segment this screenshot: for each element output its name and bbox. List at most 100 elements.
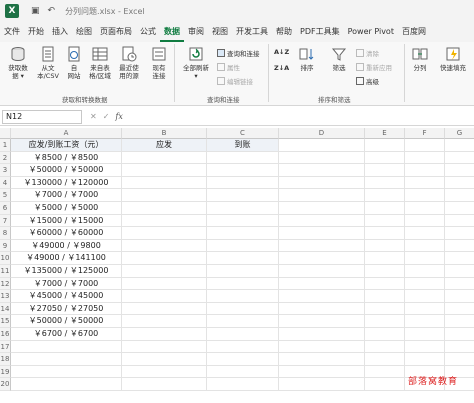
row-header[interactable]: 10 bbox=[0, 252, 11, 265]
row-header[interactable]: 20 bbox=[0, 378, 11, 391]
column-header[interactable]: C bbox=[207, 128, 279, 139]
cell[interactable] bbox=[445, 227, 474, 240]
cell[interactable] bbox=[207, 365, 279, 379]
cell[interactable] bbox=[122, 214, 207, 228]
cell[interactable] bbox=[122, 189, 207, 202]
cell[interactable] bbox=[445, 189, 474, 202]
cell[interactable] bbox=[365, 302, 405, 316]
cell[interactable] bbox=[365, 328, 405, 341]
cell[interactable] bbox=[207, 252, 279, 265]
row-header[interactable]: 4 bbox=[0, 176, 11, 190]
cell[interactable] bbox=[207, 328, 279, 341]
cell[interactable] bbox=[279, 290, 365, 303]
cell[interactable] bbox=[445, 240, 474, 253]
undo-icon[interactable]: ↶ bbox=[48, 6, 56, 16]
cell[interactable] bbox=[122, 378, 207, 391]
cell[interactable] bbox=[365, 340, 405, 354]
cell[interactable] bbox=[279, 277, 365, 291]
cell[interactable] bbox=[122, 176, 207, 190]
row-header[interactable]: 1 bbox=[0, 139, 11, 152]
tab-draw[interactable]: 绘图 bbox=[72, 22, 96, 42]
cell[interactable] bbox=[405, 353, 445, 366]
cell[interactable] bbox=[279, 176, 365, 190]
cell[interactable] bbox=[445, 152, 474, 165]
cell[interactable] bbox=[405, 227, 445, 240]
cell[interactable] bbox=[279, 151, 365, 165]
salary-cell[interactable]: ￥49000 / ￥141100 bbox=[11, 252, 122, 265]
cell[interactable] bbox=[279, 328, 365, 341]
cell[interactable] bbox=[11, 365, 122, 379]
cell[interactable] bbox=[445, 265, 474, 278]
cell[interactable] bbox=[445, 315, 474, 328]
cell[interactable] bbox=[122, 227, 207, 240]
text-to-columns-button[interactable]: 分列 bbox=[409, 46, 431, 72]
salary-cell[interactable]: ￥50000 / ￥50000 bbox=[11, 164, 122, 177]
sort-descending-button[interactable]: Z↓A bbox=[274, 64, 289, 72]
cell[interactable] bbox=[445, 290, 474, 303]
cell[interactable] bbox=[279, 340, 365, 354]
row-header[interactable]: 5 bbox=[0, 189, 11, 202]
salary-cell[interactable]: ￥50000 / ￥50000 bbox=[11, 315, 122, 328]
cell[interactable] bbox=[445, 353, 474, 366]
sort-button[interactable]: 排序 bbox=[296, 46, 318, 72]
cell[interactable] bbox=[365, 277, 405, 291]
cell[interactable] bbox=[365, 315, 405, 328]
save-icon[interactable]: ▣ bbox=[31, 6, 40, 16]
cell[interactable] bbox=[11, 378, 122, 391]
cell[interactable] bbox=[207, 290, 279, 303]
insert-function-icon[interactable]: fx bbox=[115, 112, 122, 121]
tab-developer[interactable]: 开发工具 bbox=[232, 22, 272, 42]
tab-home[interactable]: 开始 bbox=[24, 22, 48, 42]
row-header[interactable]: 16 bbox=[0, 328, 11, 341]
row-header[interactable]: 18 bbox=[0, 353, 11, 366]
tab-formulas[interactable]: 公式 bbox=[136, 22, 160, 42]
row-header[interactable]: 15 bbox=[0, 315, 11, 328]
cell[interactable] bbox=[207, 151, 279, 165]
cell[interactable] bbox=[122, 365, 207, 379]
cell[interactable] bbox=[365, 227, 405, 240]
cell[interactable] bbox=[365, 189, 405, 202]
cell[interactable] bbox=[207, 214, 279, 228]
row-header[interactable]: 12 bbox=[0, 277, 11, 291]
cell[interactable] bbox=[122, 277, 207, 291]
row-header[interactable]: 3 bbox=[0, 164, 11, 177]
cell[interactable] bbox=[11, 353, 122, 366]
cell[interactable] bbox=[122, 302, 207, 316]
cell[interactable] bbox=[279, 265, 365, 278]
column-header[interactable]: A bbox=[11, 128, 122, 139]
tab-review[interactable]: 审阅 bbox=[184, 22, 208, 42]
header-cell[interactable]: 应发 bbox=[122, 139, 207, 152]
cell[interactable] bbox=[445, 328, 474, 341]
cell[interactable] bbox=[445, 139, 474, 152]
cell[interactable] bbox=[405, 164, 445, 177]
tab-page-layout[interactable]: 页面布局 bbox=[96, 22, 136, 42]
salary-cell[interactable]: ￥5000 / ￥5000 bbox=[11, 202, 122, 215]
existing-connections-button[interactable]: 现有 连接 bbox=[148, 46, 170, 80]
name-box[interactable]: N12 bbox=[2, 109, 82, 124]
salary-cell[interactable]: ￥60000 / ￥60000 bbox=[11, 227, 122, 240]
cell[interactable] bbox=[405, 265, 445, 278]
cell[interactable] bbox=[445, 303, 474, 316]
row-header[interactable]: 11 bbox=[0, 265, 11, 278]
cell[interactable] bbox=[445, 202, 474, 215]
cell[interactable] bbox=[445, 341, 474, 354]
cell[interactable] bbox=[207, 164, 279, 177]
row-header[interactable]: 7 bbox=[0, 214, 11, 228]
tab-pdf-tools[interactable]: PDF工具集 bbox=[296, 22, 344, 42]
flash-fill-button[interactable]: 快速填充 bbox=[435, 46, 471, 72]
refresh-all-button[interactable]: 全部刷新 ▾ bbox=[178, 46, 214, 80]
cell[interactable] bbox=[405, 315, 445, 328]
tab-power-pivot[interactable]: Power Pivot bbox=[344, 22, 398, 42]
cell[interactable] bbox=[365, 252, 405, 265]
cell[interactable] bbox=[122, 252, 207, 265]
cell[interactable] bbox=[405, 239, 445, 253]
recent-sources-button[interactable]: 最近使 用的源 bbox=[116, 46, 142, 80]
from-csv-button[interactable]: 从文 本/CSV bbox=[35, 46, 61, 80]
filter-button[interactable]: 筛选 bbox=[328, 46, 350, 72]
cell[interactable] bbox=[405, 139, 445, 152]
cell[interactable] bbox=[122, 328, 207, 341]
cell[interactable] bbox=[405, 202, 445, 215]
from-table-button[interactable]: 来自表 格/区域 bbox=[87, 46, 113, 80]
cell[interactable] bbox=[207, 302, 279, 316]
edit-links-button[interactable]: 编辑链接 bbox=[217, 76, 253, 86]
